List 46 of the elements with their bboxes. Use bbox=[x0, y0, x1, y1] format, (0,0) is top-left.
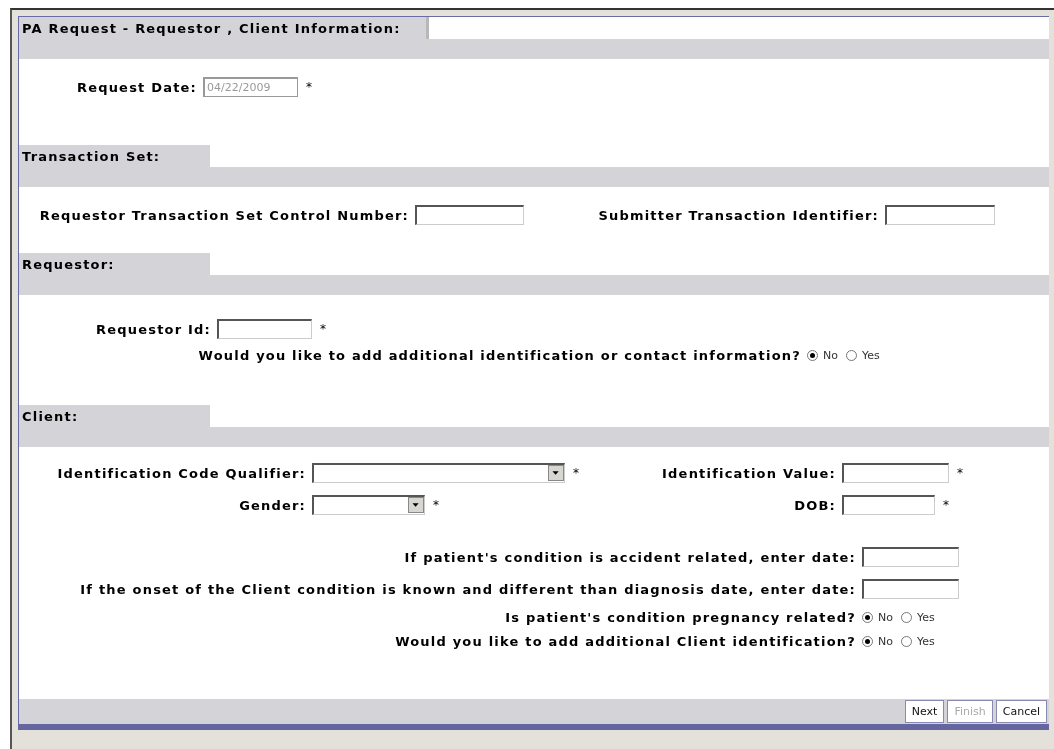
input-field[interactable] bbox=[842, 463, 949, 483]
field-label: Requestor Id: bbox=[95, 321, 211, 337]
select-field[interactable] bbox=[312, 463, 565, 483]
wizard-button[interactable]: Cancel bbox=[995, 700, 1047, 723]
select-field[interactable] bbox=[312, 495, 425, 515]
radio-label: Yes bbox=[916, 634, 935, 648]
field-label: Submitter Transaction Identifier: bbox=[597, 207, 879, 223]
section-heading: Transaction Set: bbox=[19, 145, 210, 167]
page-title: PA Request - Requestor , Client Information: bbox=[19, 17, 429, 39]
input-field[interactable] bbox=[862, 547, 959, 567]
radio-button[interactable] bbox=[900, 635, 912, 647]
required-mark: * bbox=[943, 498, 949, 512]
radio-button[interactable] bbox=[845, 349, 857, 361]
input-field[interactable] bbox=[842, 495, 935, 515]
question-label: Would you like to add additional Client identification? bbox=[394, 633, 856, 649]
question-label: Would you like to add additional identification or contact information? bbox=[197, 347, 801, 363]
radio-label: No bbox=[878, 634, 893, 648]
radio-button[interactable] bbox=[807, 349, 818, 361]
question-label: If patient's condition is accident related, enter date: bbox=[403, 549, 856, 565]
radio-button[interactable] bbox=[900, 611, 912, 623]
input-field[interactable] bbox=[415, 205, 524, 225]
field-label: Identification Code Qualifier: bbox=[56, 465, 306, 481]
section-heading: Requestor: bbox=[19, 253, 210, 275]
field-label: Gender: bbox=[238, 497, 306, 513]
required-mark: * bbox=[573, 466, 579, 480]
radio-label: Yes bbox=[861, 348, 880, 362]
radio-label: No bbox=[878, 610, 893, 624]
radio-button[interactable] bbox=[862, 635, 873, 647]
required-mark: * bbox=[957, 466, 963, 480]
question-label: If the onset of the Client condition is known and different than diagnosis date, enter date: bbox=[79, 581, 856, 597]
input-field[interactable] bbox=[885, 205, 995, 225]
field-label: DOB: bbox=[793, 497, 836, 513]
radio-button[interactable] bbox=[862, 611, 873, 623]
field-label: Identification Value: bbox=[661, 465, 836, 481]
radio-label: Yes bbox=[916, 610, 935, 624]
required-mark: * bbox=[433, 498, 439, 512]
field-label: Requestor Transaction Set Control Number: bbox=[38, 207, 409, 223]
field-label: Request Date: bbox=[75, 79, 197, 95]
question-label: Is patient's condition pregnancy related? bbox=[504, 609, 856, 625]
input-field[interactable] bbox=[862, 579, 959, 599]
required-mark: * bbox=[306, 80, 312, 94]
required-mark: * bbox=[320, 322, 326, 336]
wizard-button[interactable]: Next bbox=[904, 700, 945, 723]
radio-label: No bbox=[823, 348, 838, 362]
input-field[interactable] bbox=[217, 319, 312, 339]
section-heading: Client: bbox=[19, 405, 210, 427]
